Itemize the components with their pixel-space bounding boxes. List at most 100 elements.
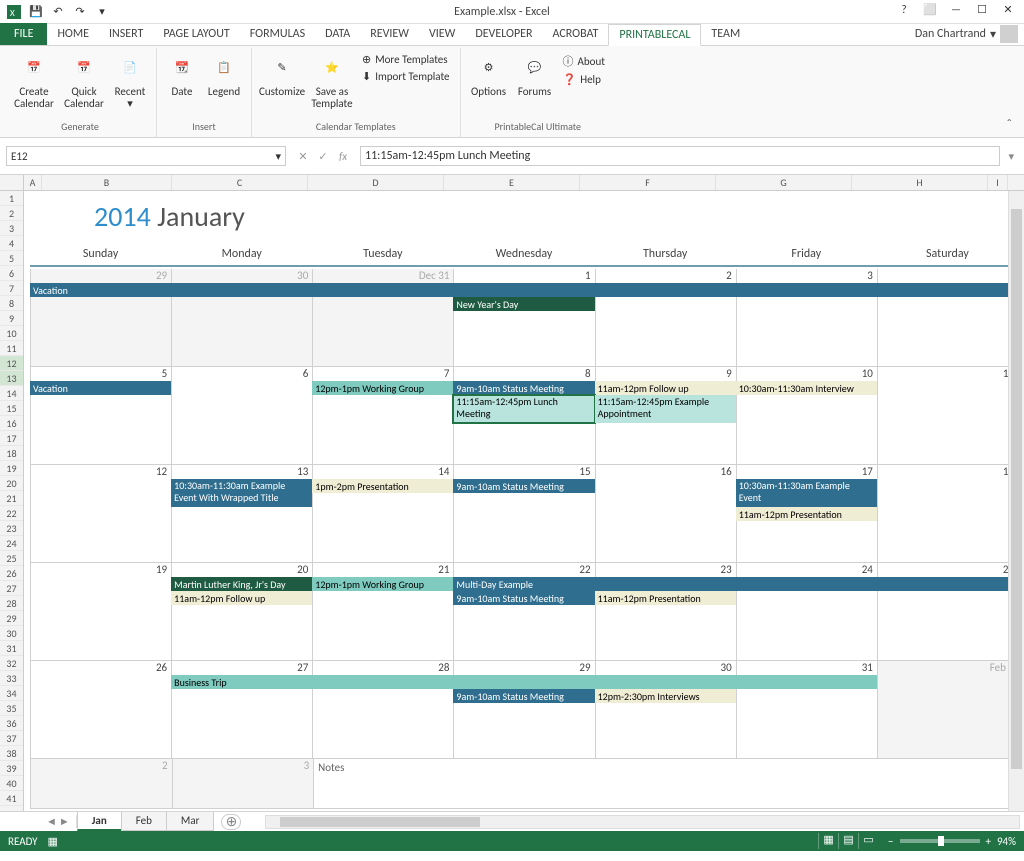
file-tab[interactable]: FILE (0, 23, 47, 45)
tab-page-layout[interactable]: PAGE LAYOUT (153, 23, 239, 45)
col-C[interactable]: C (172, 175, 308, 190)
more-templates-button[interactable]: ⊕More Templates (358, 52, 454, 67)
create-calendar-button[interactable]: 📅Create Calendar (10, 50, 58, 118)
row-4[interactable]: 4 (0, 236, 23, 251)
day-cell[interactable] (455, 759, 596, 808)
minimize-icon[interactable]: — (944, 3, 968, 21)
row-39[interactable]: 39 (0, 761, 23, 776)
user-account[interactable]: Dan Chartrand ▾ (909, 23, 1024, 45)
row-10[interactable]: 10 (0, 326, 23, 341)
calendar-event[interactable]: Vacation (30, 283, 1018, 297)
row-17[interactable]: 17 (0, 431, 23, 446)
tab-printablecal[interactable]: PRINTABLECAL (608, 24, 701, 46)
tab-view[interactable]: VIEW (419, 23, 465, 45)
maximize-icon[interactable]: ☐ (970, 3, 994, 21)
calendar-event[interactable]: Martin Luther King, Jr's Day (171, 577, 312, 591)
fx-icon[interactable]: fx (334, 150, 352, 163)
col-D[interactable]: D (308, 175, 444, 190)
sheet-tab-jan[interactable]: Jan (77, 812, 122, 831)
calendar-event[interactable]: Multi-Day Example (453, 577, 1018, 591)
calendar-event[interactable]: 12pm-2:30pm Interviews (595, 689, 736, 703)
row-32[interactable]: 32 (0, 656, 23, 671)
qat-more-icon[interactable]: ▾ (92, 2, 112, 22)
zoom-level[interactable]: 94% (997, 835, 1016, 848)
calendar-event[interactable]: 10:30am-11:30am Interview (736, 381, 877, 395)
calendar-event[interactable]: 11:15am-12:45pm Lunch Meeting (453, 395, 594, 423)
options-button[interactable]: ⚙Options (467, 50, 511, 118)
row-37[interactable]: 37 (0, 731, 23, 746)
normal-view-icon[interactable]: ▦ (818, 833, 838, 849)
slider-knob[interactable] (938, 836, 944, 846)
calendar-event[interactable]: Vacation (30, 381, 171, 395)
calendar-event[interactable]: 9am-10am Status Meeting (453, 381, 594, 395)
worksheet[interactable]: 2014 January SundayMondayTuesdayWednesda… (24, 191, 1024, 811)
scroll-thumb[interactable] (1011, 209, 1022, 769)
calendar-event[interactable]: 11am-12pm Follow up (171, 591, 312, 605)
page-break-icon[interactable]: ▭ (858, 833, 878, 849)
save-icon[interactable]: 💾 (26, 2, 46, 22)
help-icon[interactable]: ? (892, 3, 916, 21)
row-12[interactable]: 12 (0, 356, 23, 371)
collapse-ribbon-icon[interactable]: ˆ (998, 112, 1020, 137)
name-box[interactable]: E12▾ (6, 146, 286, 166)
help-button[interactable]: ❓Help (559, 72, 609, 87)
calendar-event[interactable]: 11:15am-12:45pm Example Appointment (595, 395, 736, 423)
undo-icon[interactable]: ↶ (48, 2, 68, 22)
row-41[interactable]: 41 (0, 791, 23, 806)
sheet-tab-mar[interactable]: Mar (166, 812, 215, 831)
row-34[interactable]: 34 (0, 686, 23, 701)
calendar-event[interactable]: 10:30am-11:30am Example Event (736, 479, 877, 507)
quick-calendar-button[interactable]: 📅Quick Calendar (60, 50, 108, 118)
row-19[interactable]: 19 (0, 461, 23, 476)
day-cell[interactable]: 19 (30, 563, 171, 660)
row-15[interactable]: 15 (0, 401, 23, 416)
zoom-out-icon[interactable]: − (888, 835, 893, 848)
day-cell[interactable] (736, 759, 877, 808)
calendar-event[interactable]: 11am-12pm Presentation (595, 591, 736, 605)
row-24[interactable]: 24 (0, 536, 23, 551)
row-21[interactable]: 21 (0, 491, 23, 506)
forums-button[interactable]: 💬Forums (513, 50, 557, 118)
day-cell[interactable]: 3 (172, 759, 314, 808)
horizontal-scrollbar[interactable] (265, 815, 1020, 829)
expand-formula-icon[interactable]: ▾ (1004, 150, 1018, 163)
row-16[interactable]: 16 (0, 416, 23, 431)
import-template-button[interactable]: ⬇Import Template (358, 69, 454, 84)
row-29[interactable]: 29 (0, 611, 23, 626)
row-33[interactable]: 33 (0, 671, 23, 686)
row-31[interactable]: 31 (0, 641, 23, 656)
tab-data[interactable]: DATA (315, 23, 360, 45)
sheet-tab-feb[interactable]: Feb (121, 812, 167, 831)
row-8[interactable]: 8 (0, 296, 23, 311)
row-20[interactable]: 20 (0, 476, 23, 491)
enter-icon[interactable]: ✓ (314, 150, 332, 163)
day-cell[interactable]: Notes (313, 759, 455, 808)
row-6[interactable]: 6 (0, 266, 23, 281)
row-14[interactable]: 14 (0, 386, 23, 401)
col-A[interactable]: A (24, 175, 42, 190)
col-E[interactable]: E (444, 175, 580, 190)
tab-review[interactable]: REVIEW (360, 23, 419, 45)
tab-formulas[interactable]: FORMULAS (240, 23, 315, 45)
day-cell[interactable]: 26 (30, 661, 171, 758)
next-sheet-icon[interactable]: ► (59, 815, 70, 828)
calendar-event[interactable]: Business Trip (171, 675, 877, 689)
col-B[interactable]: B (42, 175, 172, 190)
calendar-event[interactable]: 11am-12pm Presentation (736, 507, 877, 521)
close-icon[interactable]: ✕ (996, 3, 1020, 21)
add-sheet-button[interactable]: ⊕ (221, 814, 241, 830)
excel-icon[interactable]: X (4, 2, 24, 22)
cancel-icon[interactable]: ✕ (294, 150, 312, 163)
calendar-event[interactable]: New Year's Day (453, 297, 594, 311)
col-I[interactable]: I (988, 175, 1008, 190)
tab-home[interactable]: HOME (47, 23, 99, 45)
col-G[interactable]: G (716, 175, 852, 190)
customize-button[interactable]: ✎Customize (258, 50, 306, 118)
col-F[interactable]: F (580, 175, 716, 190)
date-button[interactable]: 📆Date (163, 50, 201, 118)
vertical-scrollbar[interactable] (1008, 191, 1024, 811)
row-5[interactable]: 5 (0, 251, 23, 266)
formula-input[interactable]: 11:15am-12:45pm Lunch Meeting (360, 146, 1000, 166)
calendar-event[interactable]: 9am-10am Status Meeting (453, 479, 594, 493)
row-25[interactable]: 25 (0, 551, 23, 566)
